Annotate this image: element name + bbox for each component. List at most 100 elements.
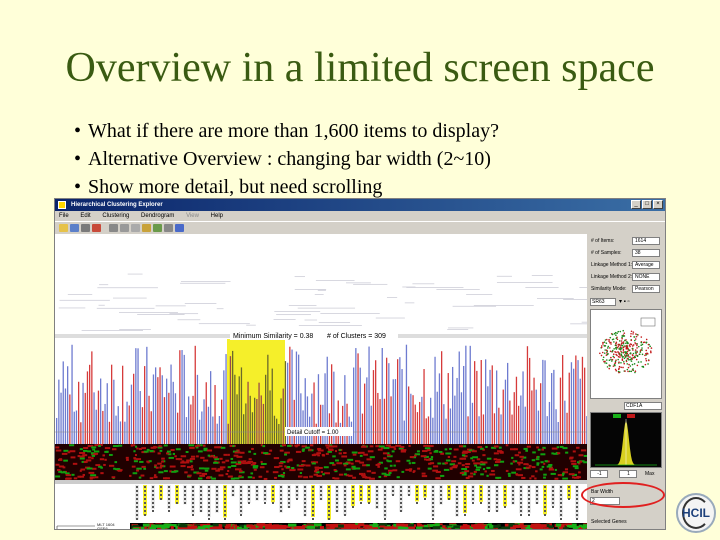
cluster-bar[interactable] (540, 383, 542, 444)
cluster-bar[interactable] (152, 374, 155, 444)
histogram-panel[interactable] (590, 412, 662, 468)
cluster-bar[interactable] (225, 354, 227, 444)
cluster-bar[interactable] (245, 403, 247, 444)
cluster-bar[interactable] (58, 379, 60, 444)
cluster-bar[interactable] (544, 360, 546, 444)
cluster-bar[interactable] (97, 390, 100, 444)
cluster-bar[interactable] (177, 412, 179, 444)
hist-max-field[interactable]: 1 (619, 470, 637, 478)
cluster-bar[interactable] (214, 385, 216, 444)
cluster-bar[interactable] (377, 392, 379, 444)
cluster-bar[interactable] (405, 344, 408, 444)
cluster-bar[interactable] (130, 384, 133, 444)
cluster-icon[interactable] (92, 224, 101, 232)
cluster-bar[interactable] (386, 357, 388, 444)
cluster-bar[interactable] (196, 374, 199, 444)
cluster-bar[interactable] (445, 418, 447, 444)
cluster-bar[interactable] (511, 414, 513, 444)
cluster-bar[interactable] (212, 416, 214, 444)
scatter-y-select[interactable]: CDF1A (624, 402, 662, 410)
cluster-bar[interactable] (524, 406, 526, 444)
cluster-bar[interactable] (416, 412, 419, 444)
cluster-bar[interactable] (218, 416, 221, 444)
scatter-options-icon[interactable]: ▾ ▪ ▫ (619, 298, 630, 305)
cluster-bar[interactable] (423, 369, 425, 444)
cluster-bar[interactable] (265, 374, 267, 444)
settings-icon[interactable] (164, 224, 173, 232)
scatterplot-panel[interactable] (590, 309, 662, 399)
cluster-bar[interactable] (168, 392, 170, 444)
cluster-bar[interactable] (515, 376, 518, 444)
cluster-bar[interactable] (568, 372, 570, 444)
cluster-bar[interactable] (249, 395, 251, 444)
linkage-method-2-select[interactable]: NONE (632, 273, 660, 281)
cluster-bar[interactable] (251, 412, 254, 444)
similarity-mode-select[interactable]: Pearson (632, 285, 660, 293)
minimize-button[interactable]: _ (631, 200, 641, 209)
cluster-bar[interactable] (399, 357, 401, 444)
cluster-bar[interactable] (106, 383, 108, 444)
cluster-bar[interactable] (449, 408, 452, 444)
cluster-bar[interactable] (401, 369, 403, 444)
cluster-bar[interactable] (555, 409, 557, 444)
cluster-bar[interactable] (258, 382, 260, 444)
scatter-x-select[interactable]: SR63 (590, 298, 616, 306)
cluster-bar[interactable] (148, 395, 150, 444)
cluster-bar[interactable] (238, 376, 240, 444)
copy-icon[interactable] (120, 224, 129, 232)
cluster-bar[interactable] (579, 378, 581, 444)
cluster-bar[interactable] (474, 361, 476, 444)
cluster-bar[interactable] (128, 405, 130, 444)
cluster-bar[interactable] (278, 423, 280, 444)
cluster-bar[interactable] (427, 416, 430, 444)
cluster-bar[interactable] (126, 401, 128, 444)
cluster-bar[interactable] (227, 423, 229, 444)
cluster-bar[interactable] (183, 354, 185, 444)
cluster-bar[interactable] (458, 351, 460, 444)
cluster-bar[interactable] (221, 399, 223, 444)
cluster-bar[interactable] (447, 373, 449, 444)
cluster-bar[interactable] (159, 367, 161, 444)
cluster-bar[interactable] (381, 348, 383, 444)
cluster-bar[interactable] (157, 377, 159, 444)
cluster-bar[interactable] (201, 411, 203, 444)
cluster-bar[interactable] (410, 393, 412, 444)
cluster-bar[interactable] (520, 395, 522, 444)
cluster-bar[interactable] (207, 406, 210, 444)
cluster-bar[interactable] (509, 400, 511, 444)
cluster-bar[interactable] (243, 414, 245, 444)
cluster-bar[interactable] (306, 396, 309, 444)
cluster-bar[interactable] (498, 407, 500, 444)
cluster-bar[interactable] (489, 369, 491, 444)
cluster-bar[interactable] (531, 390, 533, 444)
window-titlebar[interactable]: Hierarchical Clustering Explorer _ □ × (55, 199, 665, 211)
menu-edit[interactable]: Edit (80, 213, 90, 219)
cluster-bar[interactable] (161, 375, 163, 444)
cluster-bar[interactable] (414, 404, 416, 444)
cluster-bar[interactable] (320, 404, 322, 444)
cluster-bar[interactable] (500, 414, 502, 444)
cluster-bar[interactable] (115, 415, 117, 444)
cluster-bar[interactable] (361, 413, 364, 444)
cluster-bar[interactable] (240, 367, 243, 444)
cluster-bar[interactable] (390, 396, 392, 444)
cluster-bar[interactable] (73, 411, 75, 444)
cluster-bar[interactable] (256, 399, 258, 444)
cluster-bar[interactable] (419, 401, 421, 444)
cluster-bar[interactable] (357, 353, 359, 444)
cluster-bar[interactable] (564, 400, 566, 444)
cluster-bar[interactable] (379, 399, 381, 444)
scatterplot[interactable] (591, 310, 661, 398)
cluster-bar[interactable] (421, 396, 423, 444)
cluster-bar[interactable] (155, 367, 157, 444)
cluster-bar[interactable] (62, 361, 64, 444)
cluster-bar[interactable] (553, 369, 555, 444)
cluster-bar[interactable] (273, 415, 276, 444)
cluster-bar[interactable] (174, 393, 177, 444)
cluster-bar[interactable] (122, 365, 124, 444)
cluster-bar[interactable] (260, 395, 262, 444)
cluster-bar[interactable] (522, 371, 524, 444)
cluster-bar[interactable] (322, 404, 324, 444)
cluster-bar[interactable] (280, 398, 282, 444)
cluster-bar[interactable] (181, 350, 183, 444)
